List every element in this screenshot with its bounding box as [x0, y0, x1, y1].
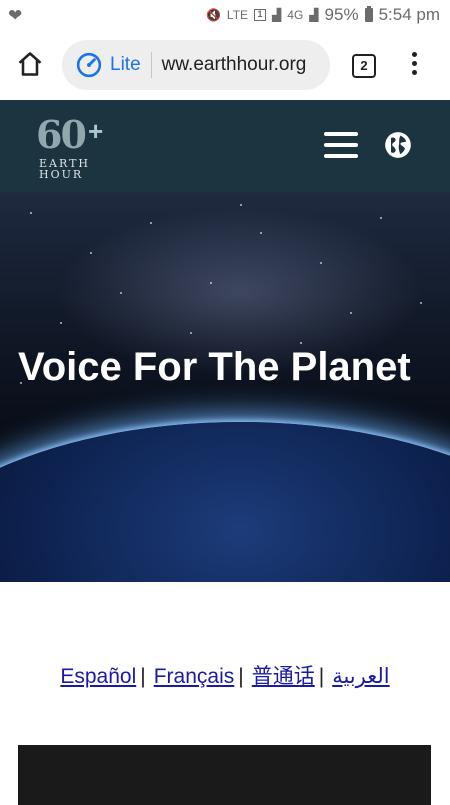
home-icon[interactable] — [16, 50, 44, 78]
heart-check-icon: ❤ — [8, 6, 23, 25]
sim-icon: 1 — [254, 9, 267, 21]
hamburger-menu-icon[interactable] — [324, 132, 358, 160]
lang-link-french[interactable]: Français — [154, 665, 235, 688]
earth-hour-logo[interactable]: 60 + EARTH HOUR — [36, 112, 116, 182]
earth-horizon-image — [0, 422, 450, 582]
lang-link-spanish[interactable]: Español — [60, 665, 136, 688]
lang-separator: | — [238, 665, 244, 688]
globe-icon[interactable] — [384, 131, 412, 159]
lang-link-chinese[interactable]: 普通话 — [252, 665, 315, 688]
logo-text: EARTH HOUR — [39, 158, 99, 180]
logo-plus: + — [88, 116, 104, 146]
lang-separator: | — [318, 665, 325, 688]
logo-number: 60 — [36, 112, 87, 157]
lang-separator: | — [140, 665, 146, 688]
lite-mode-label: Lite — [110, 54, 141, 75]
language-selector: Español | Français | 普通话 | العربية — [0, 660, 450, 690]
network-type-icon: 4G — [287, 8, 304, 22]
logo-line-2: HOUR — [39, 168, 84, 181]
lite-mode-icon — [76, 52, 102, 78]
url-divider — [150, 52, 152, 78]
hero-title: Voice For The Planet — [18, 345, 411, 389]
battery-icon — [364, 6, 373, 22]
site-header: 60 + EARTH HOUR — [0, 100, 450, 192]
lang-link-arabic[interactable]: العربية — [332, 665, 389, 688]
status-bar: ❤ 🔇 LTE 1 ▟ 4G ▟ 95% 5:54 pm — [0, 0, 450, 32]
clock: 5:54 pm — [378, 5, 440, 24]
signal-bars-icon: ▟ — [309, 8, 319, 22]
browser-toolbar: Lite ww.earthhour.org 2 — [0, 32, 450, 100]
mute-icon: 🔇 — [205, 8, 221, 22]
address-bar[interactable]: Lite ww.earthhour.org — [62, 40, 330, 90]
hero-banner: Voice For The Planet — [0, 192, 450, 582]
tab-switcher-button[interactable]: 2 — [352, 54, 376, 78]
volte-icon: LTE — [226, 8, 249, 22]
battery-percent: 95% — [324, 5, 359, 24]
overflow-menu-icon[interactable] — [406, 52, 422, 80]
url-text[interactable]: ww.earthhour.org — [162, 54, 307, 76]
video-placeholder[interactable] — [18, 745, 431, 805]
signal-icon: ▟ — [272, 8, 282, 22]
